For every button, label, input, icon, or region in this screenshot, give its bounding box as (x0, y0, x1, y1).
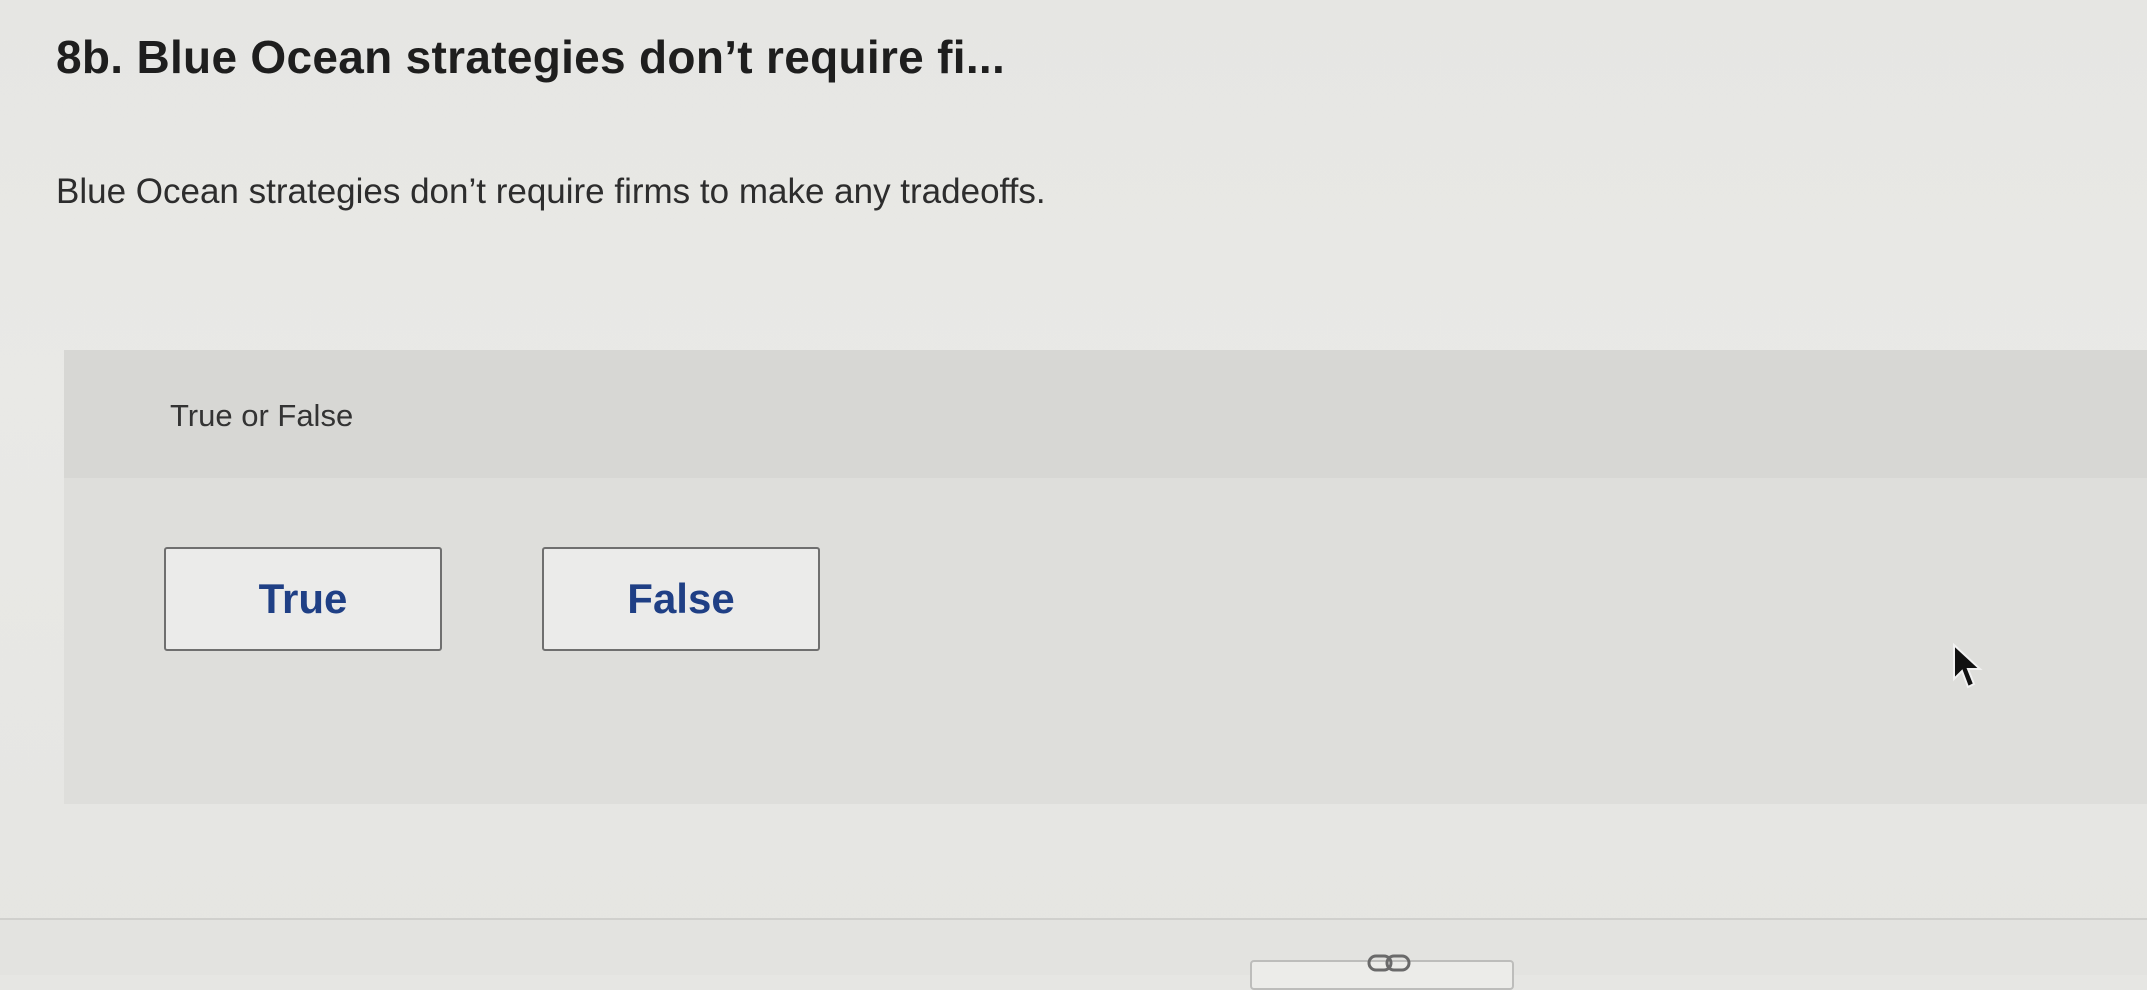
question-title: 8b. Blue Ocean strategies don’t require … (56, 31, 1006, 83)
true-button[interactable]: True (164, 547, 442, 651)
answer-panel: True or False True False (64, 350, 2147, 804)
footer-bar (0, 920, 2147, 975)
false-button[interactable]: False (542, 547, 820, 651)
answer-panel-header: True or False (64, 350, 2147, 478)
mouse-cursor-icon (1953, 643, 1983, 689)
question-type-label: True or False (170, 398, 354, 433)
link-icon[interactable] (1366, 951, 1412, 975)
question-prompt: Blue Ocean strategies don’t require firm… (56, 172, 1046, 211)
